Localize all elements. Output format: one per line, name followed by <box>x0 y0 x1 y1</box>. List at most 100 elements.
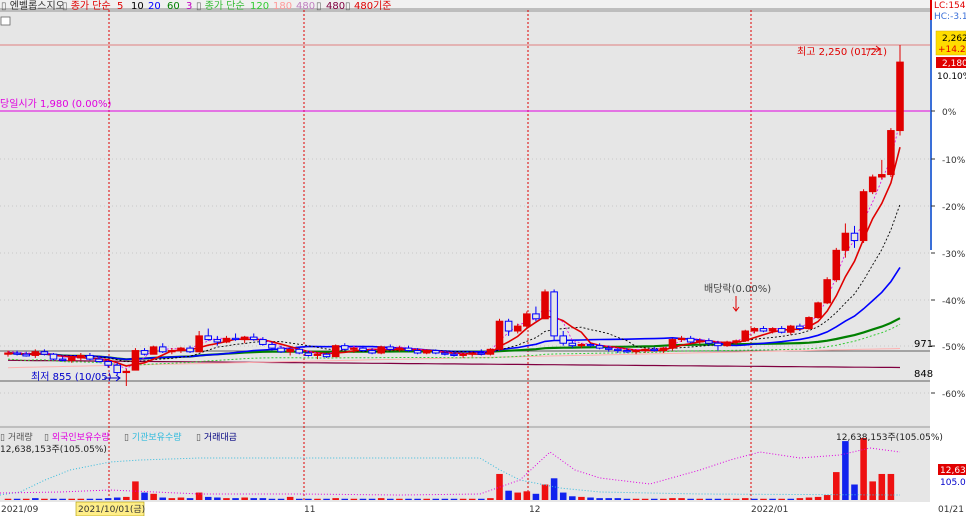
candle <box>859 189 868 243</box>
pct-tick: -30% <box>942 250 966 260</box>
volume-bar <box>204 496 212 500</box>
volume-bar <box>123 496 130 500</box>
volume-bar <box>86 498 94 500</box>
volume-bar <box>869 481 876 500</box>
candle <box>805 316 813 330</box>
volume-bar <box>459 498 467 500</box>
volume-bar <box>541 484 549 500</box>
volume-bar <box>741 498 749 500</box>
volume-bar <box>696 498 704 500</box>
svg-text:12,638: 12,638 <box>940 466 966 476</box>
volume-bar <box>32 498 39 500</box>
volume-bar <box>578 496 585 500</box>
volume-bar <box>368 498 376 500</box>
volume-bar <box>851 484 858 500</box>
candle <box>814 301 822 319</box>
pct-tick: 0% <box>942 108 957 118</box>
volume-value-left: 12,638,153주(105.05%) <box>0 444 107 455</box>
open-annotation: 당일시가 1,980 (0.00%) <box>0 98 111 110</box>
candle <box>541 289 549 320</box>
legend-ma-480b: 480 <box>326 1 345 12</box>
volume-bar <box>177 497 185 500</box>
svg-text:+14.24: +14.24 <box>938 45 966 55</box>
volume-bar <box>623 498 631 500</box>
volume-bar <box>778 498 785 500</box>
svg-text:▯ 거래대금: ▯ 거래대금 <box>196 432 237 443</box>
volume-bar <box>432 498 440 500</box>
candle <box>331 344 340 358</box>
volume-bar <box>641 498 649 500</box>
volume-bar <box>687 498 694 500</box>
volume-bar <box>660 498 667 500</box>
volume-bar <box>805 497 813 500</box>
legend-ma-20: 20 <box>148 1 161 12</box>
dividend-annotation: 배당락(0.00%) <box>704 283 771 295</box>
volume-bar <box>723 498 731 500</box>
svg-text:▯: ▯ <box>345 1 351 12</box>
legend-ma-60: 60 <box>167 1 180 12</box>
candle <box>723 340 731 347</box>
volume-bar <box>141 492 148 500</box>
volume-bar <box>396 498 403 500</box>
candle <box>887 128 895 177</box>
top-legend: ▯ 엔벨롭스지오 ▯ 종가 단순 5 10 20 60 3 ▯ 종가 단순 12… <box>1 0 392 12</box>
pct-tick: -40% <box>942 297 966 307</box>
candle <box>432 349 440 355</box>
volume-bar <box>796 498 804 500</box>
volume-bar <box>59 498 66 500</box>
low-annotation: 최저 855 (10/05) <box>31 371 112 383</box>
svg-text:2,262: 2,262 <box>942 34 966 44</box>
candle <box>486 348 495 356</box>
x-label-12: 12 <box>529 505 540 515</box>
legend-ma-120: 120 <box>250 1 269 12</box>
volume-bar <box>705 498 713 500</box>
volume-bar <box>714 498 722 500</box>
candle <box>131 348 140 371</box>
volume-bar <box>250 498 258 500</box>
volume-bar <box>732 498 740 500</box>
volume-bar <box>77 498 85 500</box>
volume-bar <box>787 498 795 500</box>
legend-ma-480: 480 <box>296 1 315 12</box>
candle <box>823 277 831 305</box>
volume-bar <box>314 498 321 500</box>
x-label-2021-09: 2021/09 <box>1 505 39 515</box>
volume-bar <box>559 492 567 500</box>
candle <box>741 329 750 342</box>
volume-bar <box>223 498 230 500</box>
legend-ma-label: ▯ 종가 단순 <box>62 0 111 12</box>
volume-value-right: 12,638,153주(105.05%) <box>836 432 943 443</box>
volume-bar <box>104 498 112 500</box>
volume-bar <box>878 473 886 500</box>
svg-text:▯ 거래량: ▯ 거래량 <box>0 431 33 443</box>
volume-bar <box>587 497 594 500</box>
svg-text:105.05: 105.05 <box>940 478 966 488</box>
volume-bar <box>842 441 849 500</box>
volume-bar <box>359 498 367 500</box>
pct-tick: -60% <box>942 390 966 400</box>
volume-bar <box>441 498 449 500</box>
svg-text:▯: ▯ <box>316 1 322 12</box>
volume-bar <box>95 498 103 500</box>
volume-bar <box>4 498 12 500</box>
volume-bar <box>277 498 285 500</box>
legend-ma-3: 3 <box>186 1 192 12</box>
volume-bar <box>323 498 330 500</box>
volume-bar <box>41 498 48 500</box>
pct-tick: -10% <box>942 156 966 166</box>
candle <box>523 311 531 329</box>
volume-bar <box>550 478 558 500</box>
volume-bar <box>496 473 503 500</box>
volume-bar <box>68 498 75 500</box>
volume-bar <box>423 498 430 500</box>
volume-bar <box>614 498 622 500</box>
lc-label: LC:154. <box>934 1 966 11</box>
legend-ma-label2: ▯ 종가 단순 <box>196 0 245 12</box>
stock-chart[interactable]: ▯ 엔벨롭스지오 ▯ 종가 단순 5 10 20 60 3 ▯ 종가 단순 12… <box>0 0 966 516</box>
volume-bar <box>814 496 822 500</box>
volume-bar <box>377 498 385 500</box>
volume-bar <box>478 498 485 500</box>
volume-bar <box>232 498 239 500</box>
volume-bar <box>13 498 21 500</box>
volume-bar <box>823 495 831 500</box>
